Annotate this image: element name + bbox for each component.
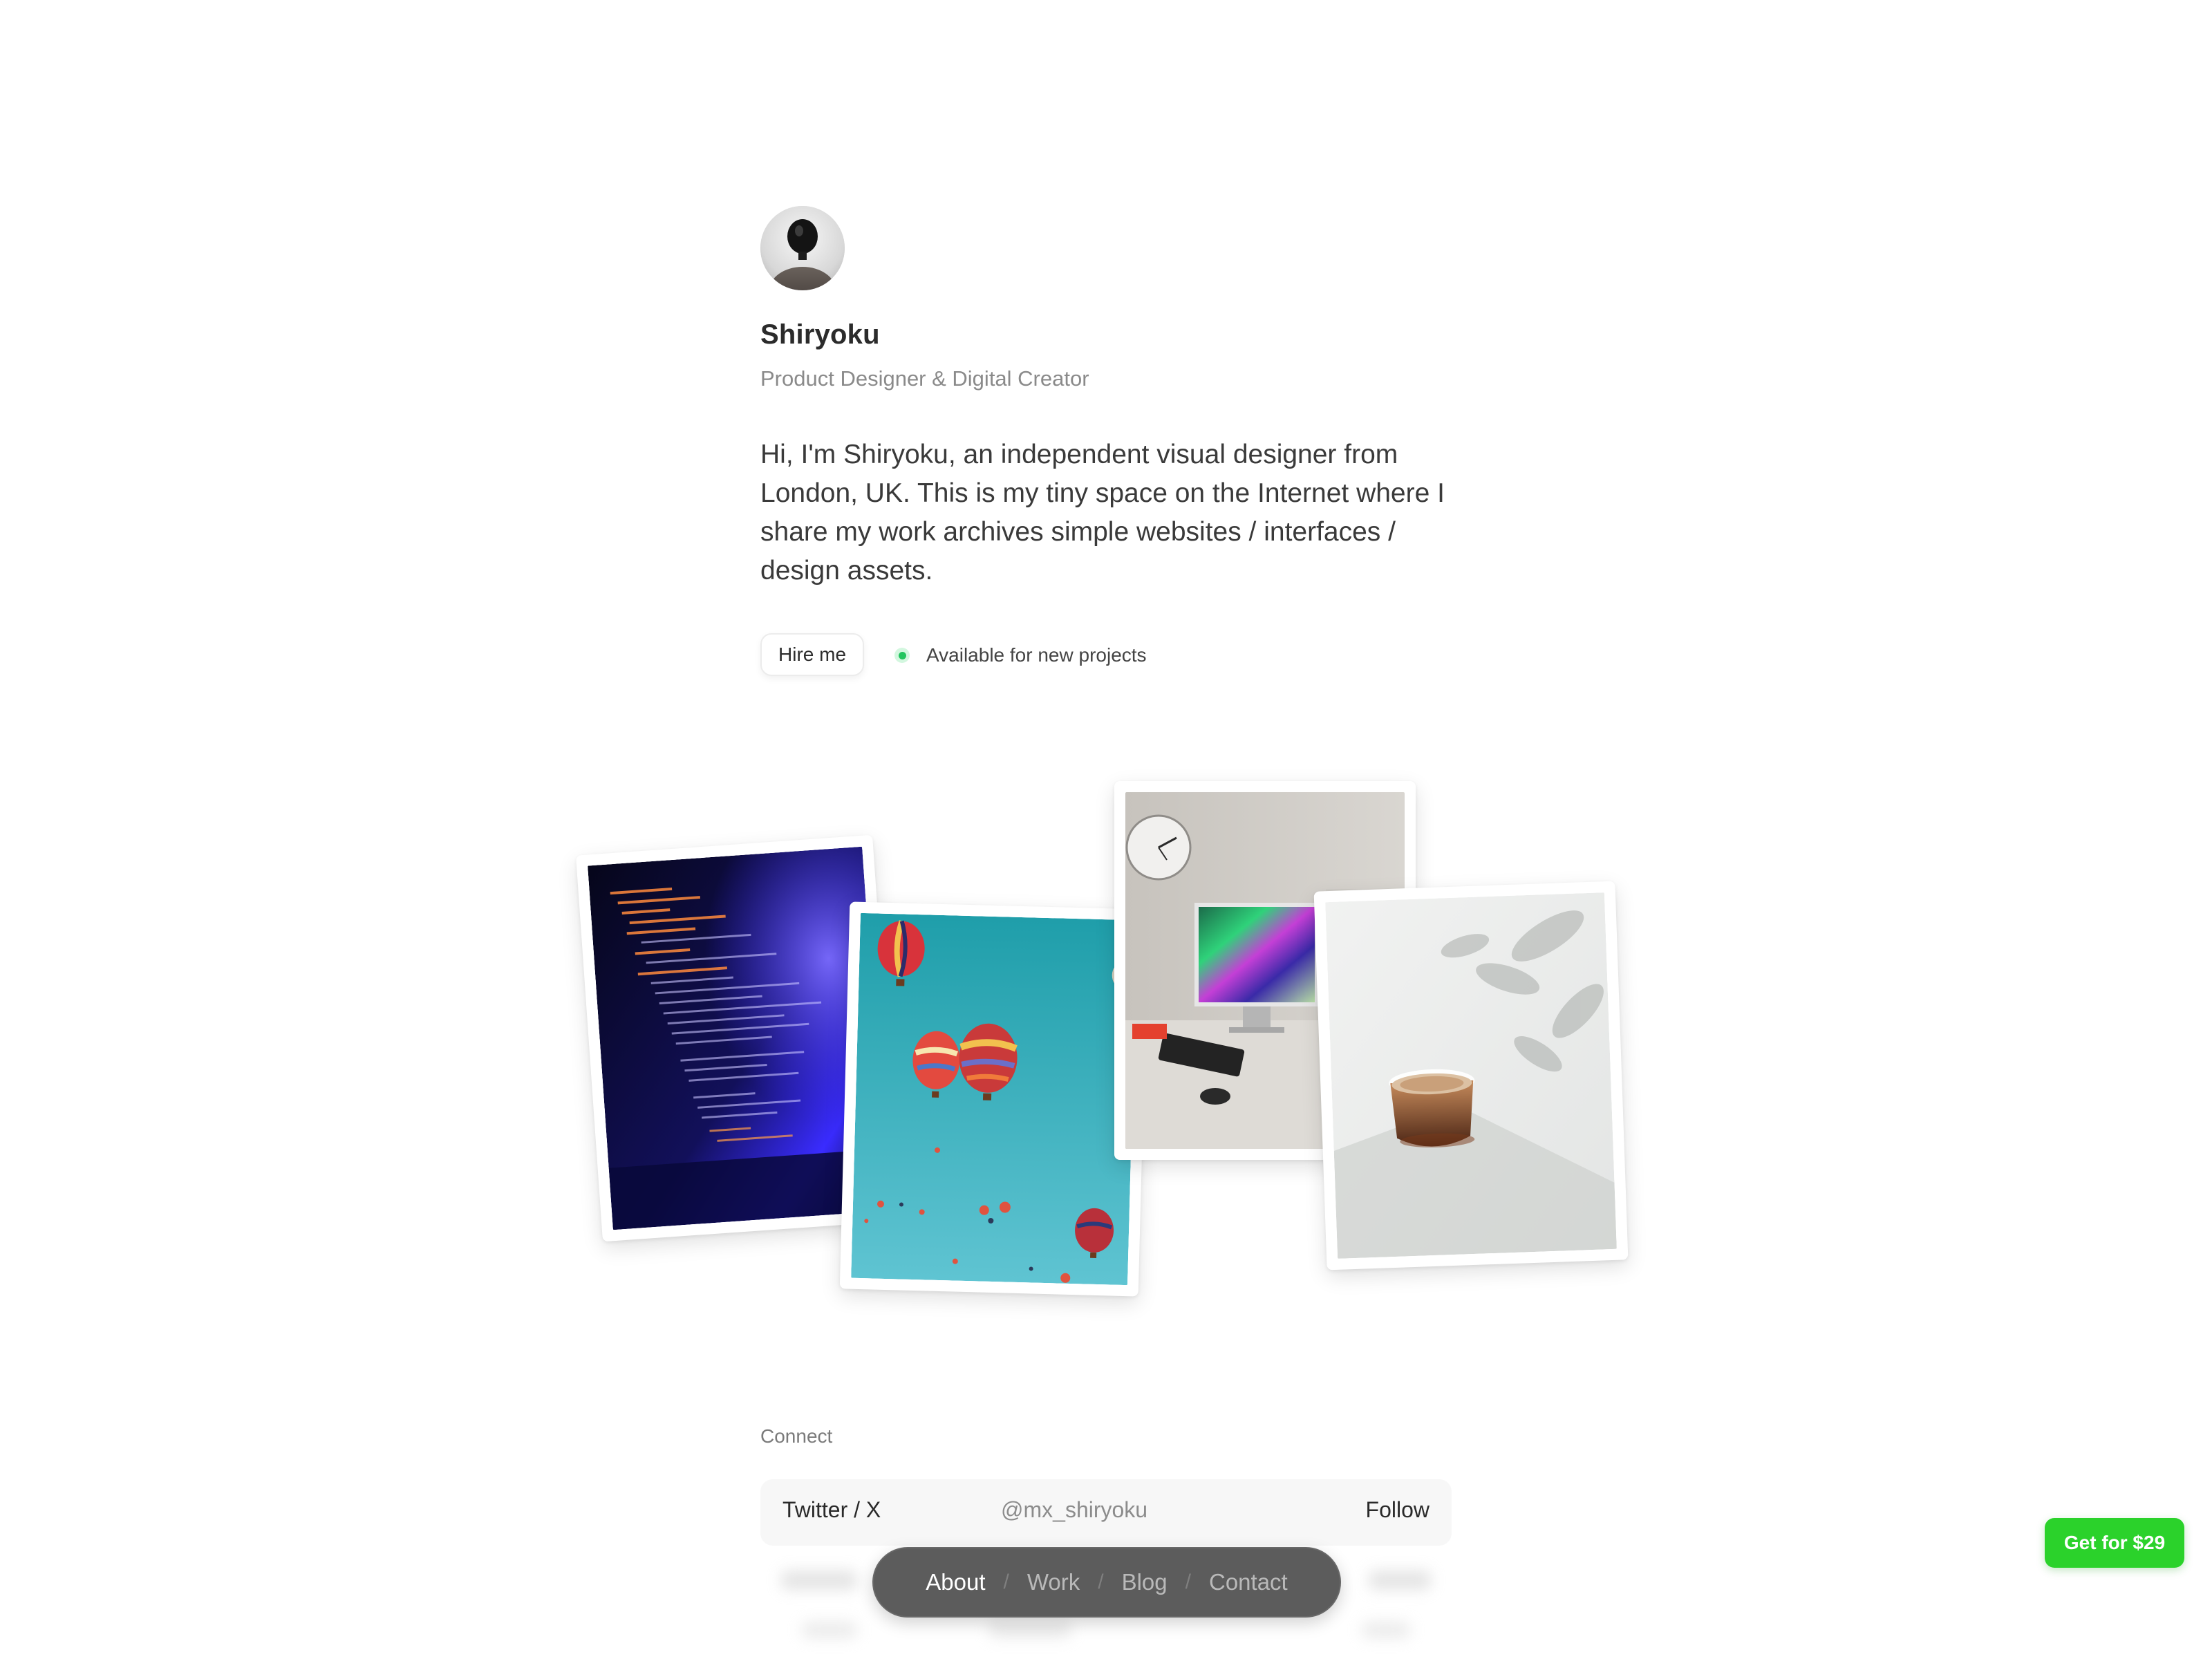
avatar-image: [760, 206, 845, 290]
avatar: [760, 206, 845, 290]
nav-work[interactable]: Work: [1027, 1569, 1080, 1595]
connect-row-twitter[interactable]: Twitter / X @mx_shiryoku Follow: [760, 1479, 1452, 1546]
profile-role: Product Designer & Digital Creator: [760, 366, 1089, 391]
page: Shiryoku Product Designer & Digital Crea…: [0, 0, 2212, 1659]
hire-me-button[interactable]: Hire me: [760, 633, 865, 676]
status-dot-icon: [894, 648, 910, 663]
connect-platform: Twitter / X: [782, 1497, 881, 1522]
nav-about[interactable]: About: [926, 1569, 985, 1595]
nav-blog[interactable]: Blog: [1122, 1569, 1168, 1595]
hot-air-balloons-photo[interactable]: [839, 901, 1149, 1297]
bottom-nav: About / Work / Blog / Contact: [872, 1547, 1341, 1618]
follow-button[interactable]: Follow: [1366, 1497, 1430, 1523]
nav-separator: /: [1098, 1571, 1104, 1593]
status-text: Available for new projects: [926, 644, 1147, 666]
profile-bio: Hi, I'm Shiryoku, an independent visual …: [760, 440, 1445, 585]
coffee-glass-photo[interactable]: [1313, 881, 1629, 1271]
get-template-button[interactable]: Get for $29: [2045, 1518, 2184, 1568]
nav-contact[interactable]: Contact: [1209, 1569, 1288, 1595]
nav-separator: /: [1185, 1571, 1191, 1593]
balloons-image: [851, 912, 1137, 1286]
nav-separator: /: [1003, 1571, 1009, 1593]
coffee-glass-image: [1325, 892, 1617, 1259]
connect-handle: @mx_shiryoku: [1001, 1497, 1148, 1522]
connect-heading: Connect: [760, 1425, 833, 1447]
availability-status: Available for new projects: [894, 641, 1147, 669]
profile-name: Shiryoku: [760, 319, 880, 350]
